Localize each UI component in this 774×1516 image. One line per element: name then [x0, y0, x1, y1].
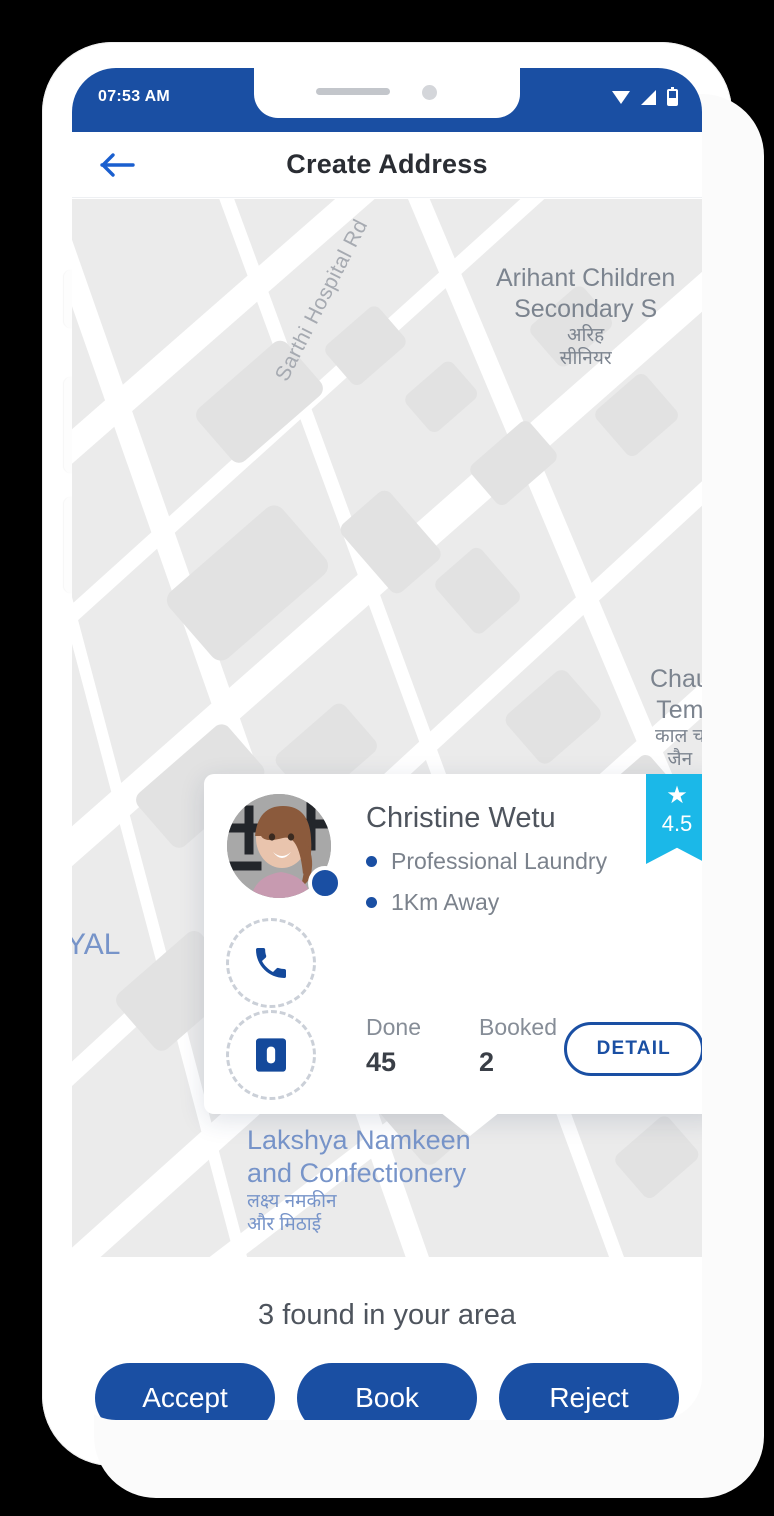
online-status-indicator — [308, 866, 342, 900]
rating-badge: ★ 4.5 — [646, 774, 702, 864]
stat-booked-label: Booked — [478, 1014, 557, 1040]
map-label-namkeen: Lakshya Namkeen and Confectionery लक्ष्य… — [247, 1125, 471, 1236]
app-header: Create Address — [72, 132, 702, 198]
map-view[interactable]: Arihant Children Secondary S अरिह सीनियर… — [72, 199, 702, 1257]
signal-icon — [641, 90, 656, 105]
provider-stats: Done 45 Booked 2 — [366, 1014, 557, 1078]
book-button[interactable]: Book — [297, 1363, 477, 1420]
provider-meta-service: Professional Laundry — [366, 848, 607, 875]
provider-distance-label: 1Km Away — [391, 889, 500, 915]
stat-done: Done 45 — [366, 1014, 421, 1078]
stat-booked: Booked 2 — [479, 1014, 557, 1078]
page-title: Create Address — [286, 149, 488, 179]
phone-screen: 07:53 AM Create Address Arihant Children… — [72, 68, 702, 1420]
rating-value: 4.5 — [661, 811, 693, 836]
detail-button[interactable]: DETAIL — [563, 1022, 702, 1076]
wifi-icon — [612, 91, 630, 104]
stat-booked-value: 2 — [478, 1047, 495, 1077]
phone-icon — [256, 948, 286, 978]
back-arrow-icon — [100, 152, 135, 177]
stat-done-label: Done — [366, 1014, 421, 1040]
chat-button[interactable] — [226, 1010, 316, 1100]
battery-icon — [667, 87, 678, 106]
accept-button[interactable]: Accept — [95, 1363, 275, 1420]
bottom-panel: 3 found in your area Accept Book Reject — [72, 1257, 702, 1420]
found-count-text: 3 found in your area — [258, 1299, 516, 1331]
provider-service-label: Professional Laundry — [391, 848, 608, 874]
provider-meta-distance: 1Km Away — [366, 889, 607, 916]
bullet-icon — [366, 856, 377, 867]
device-notch — [254, 68, 520, 118]
back-button[interactable] — [94, 141, 142, 189]
provider-meta-list: Professional Laundry 1Km Away — [366, 848, 607, 930]
map-label-temple: Chau Tem काल च जैन — [650, 665, 702, 771]
earpiece-speaker-icon — [316, 88, 390, 95]
status-time: 07:53 AM — [98, 88, 171, 105]
front-camera-icon — [422, 85, 437, 100]
reject-button[interactable]: Reject — [499, 1363, 679, 1420]
provider-card[interactable]: Christine Wetu Professional Laundry 1Km … — [204, 774, 702, 1136]
map-label-yal: YAL — [72, 928, 121, 961]
provider-name: Christine Wetu — [366, 802, 556, 834]
action-button-row: Accept Book Reject — [72, 1363, 702, 1420]
stat-done-value: 45 — [366, 1047, 397, 1077]
call-button[interactable] — [226, 918, 316, 1008]
star-icon: ★ — [666, 782, 688, 809]
message-icon — [256, 1038, 286, 1072]
bullet-icon — [366, 897, 377, 908]
map-label-school: Arihant Children Secondary S अरिह सीनियर — [496, 264, 676, 370]
status-icons — [612, 87, 678, 106]
